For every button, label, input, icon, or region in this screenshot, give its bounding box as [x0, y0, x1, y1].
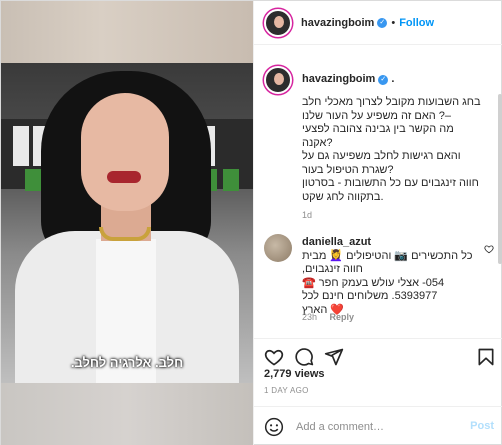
post-header: havazingboim ✓ • Follow	[254, 1, 502, 45]
separator-dot: •	[391, 16, 396, 29]
caption-text: בחג השבועות מקובל לצרוך מאכלי חלב –? האם…	[302, 96, 481, 203]
bookmark-icon[interactable]	[476, 347, 496, 367]
caption-author-avatar[interactable]	[264, 66, 292, 94]
reply-button[interactable]: Reply	[330, 312, 355, 322]
product-box	[25, 169, 41, 191]
small-heart-icon[interactable]	[484, 244, 494, 254]
video-blur-bottom	[1, 383, 253, 445]
caption-dot: .	[388, 73, 395, 85]
post-panel: havazingboim ✓ • Follow havazingboim ✓ . …	[253, 1, 502, 445]
heart-icon[interactable]	[264, 347, 284, 367]
comments-scrollbar[interactable]	[498, 94, 502, 264]
post-date[interactable]: 1 DAY AGO	[264, 386, 309, 395]
comment-text: כל התכשירים 📷 והטיפולים 💆‍♀️ מבית חווה ז…	[302, 249, 473, 316]
video-subtitle: חלב. אלרגיה לחלב.	[70, 355, 184, 370]
emoji-icon[interactable]	[264, 417, 284, 437]
product-box	[13, 126, 29, 166]
comments-section[interactable]: havazingboim ✓ . בחג השבועות מקובל לצרוך …	[254, 46, 502, 338]
caption-author: havazingboim ✓ .	[302, 73, 394, 85]
comment-meta: 23h Reply	[302, 312, 364, 322]
add-comment-bar: Post	[254, 406, 502, 445]
verified-badge-icon: ✓	[377, 17, 388, 28]
comment-icon[interactable]	[294, 347, 314, 367]
author-username[interactable]: havazingboim	[301, 17, 374, 29]
add-comment-input[interactable]	[296, 419, 456, 435]
caption-username[interactable]: havazingboim	[302, 73, 375, 85]
presenter-necklace	[99, 227, 151, 241]
caption-timestamp[interactable]: 1d	[302, 210, 312, 220]
post-button[interactable]: Post	[470, 420, 494, 432]
post-modal: חלב. אלרגיה לחלב. havazingboim ✓ • Follo…	[0, 0, 502, 445]
product-box	[223, 169, 239, 191]
commenter-username[interactable]: daniella_azut	[302, 236, 371, 248]
views-count[interactable]: 2,779 views	[264, 368, 325, 380]
author-avatar[interactable]	[264, 8, 292, 37]
share-icon[interactable]	[324, 347, 344, 367]
action-bar	[254, 338, 502, 370]
post-video[interactable]: חלב. אלרגיה לחלב.	[1, 1, 253, 445]
video-blur-top	[1, 1, 253, 63]
presenter-lips	[107, 171, 141, 183]
comment-text-wrap: daniella_azut כל התכשירים 📷 והטיפולים 💆‍…	[302, 236, 482, 317]
commenter-avatar[interactable]	[264, 234, 292, 262]
follow-button[interactable]: Follow	[399, 17, 434, 29]
comment-timestamp[interactable]: 23h	[302, 312, 317, 322]
presenter-face	[81, 93, 169, 211]
verified-badge-icon: ✓	[378, 75, 389, 85]
